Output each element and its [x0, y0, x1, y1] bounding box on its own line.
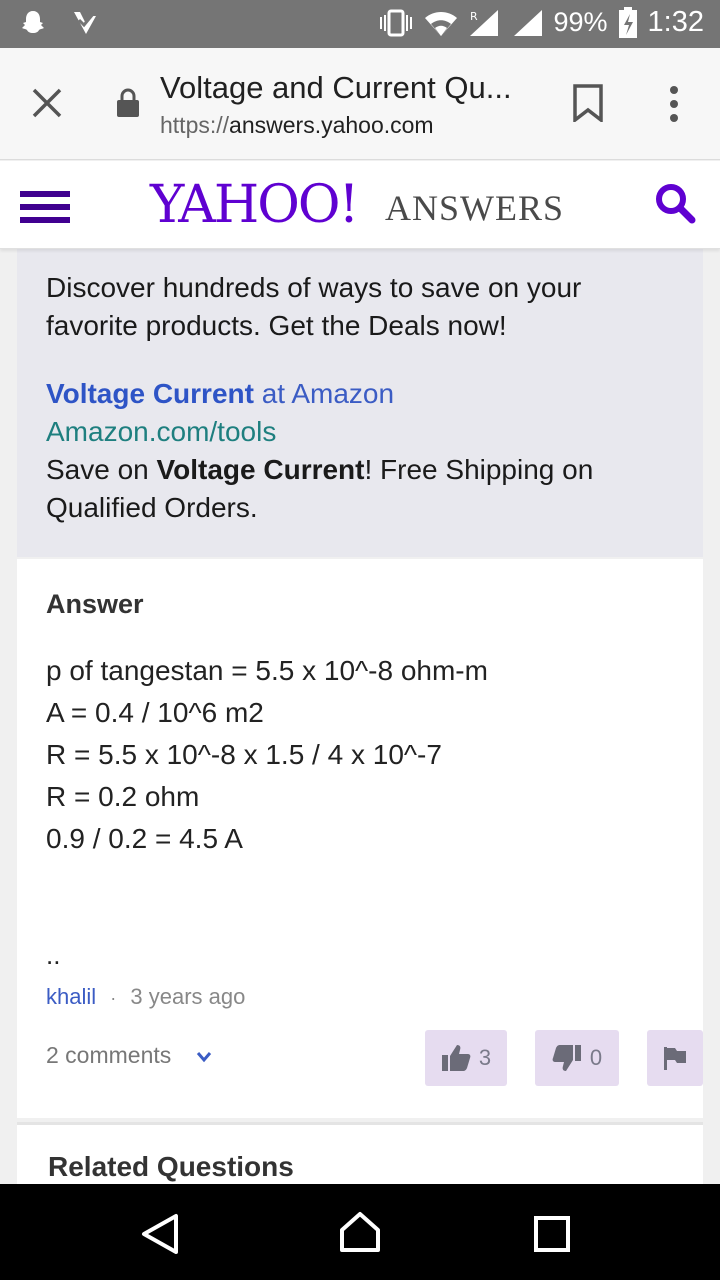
more-options-icon[interactable] [666, 86, 682, 122]
thumbs-down-count: 0 [589, 1045, 603, 1070]
status-bar: R 99% 1:32 [0, 0, 720, 48]
battery-percent: 99% [553, 7, 608, 37]
thumbs-down-icon [552, 1045, 581, 1071]
answer-line: p of tangestan = 5.5 x 10^-8 ohm-m [46, 655, 488, 686]
answer-meta: khalil · 3 years ago [46, 984, 674, 1010]
answer-time: 3 years ago [130, 984, 246, 1009]
yahoo-logo[interactable]: YAHOO! [150, 175, 359, 235]
ad-text: Save on Voltage Current! Free Shipping o… [46, 451, 674, 527]
related-questions-heading: Related Questions [17, 1122, 703, 1184]
answer-line: R = 5.5 x 10^-8 x 1.5 / 4 x 10^-7 [46, 739, 442, 770]
hamburger-menu-icon[interactable] [20, 189, 70, 225]
sponsored-ad[interactable]: Discover hundreds of ways to save on you… [17, 249, 703, 557]
signal-roaming-icon: R [469, 9, 498, 36]
answer-actions: 2 comments 3 0 [46, 1030, 703, 1090]
checkmark-app-icon [74, 12, 96, 34]
vibrate-icon [379, 9, 412, 36]
clock: 1:32 [647, 6, 704, 38]
answer-line: 0.9 / 0.2 = 4.5 A [46, 823, 243, 854]
page-title[interactable]: Voltage and Current Qu... [160, 70, 512, 106]
report-button[interactable] [647, 1030, 703, 1086]
answer-body: p of tangestan = 5.5 x 10^-8 ohm-m A = 0… [46, 650, 674, 860]
author-link[interactable]: khalil [46, 984, 96, 1009]
answer-trailing: .. [46, 940, 61, 970]
ad-text-bold: Voltage Current [156, 454, 365, 485]
signal-icon [513, 9, 542, 36]
ad-headline[interactable]: Voltage Current at Amazon [46, 375, 674, 413]
system-nav-bar [0, 1184, 720, 1280]
close-icon[interactable] [30, 86, 64, 120]
url-scheme: https:// [160, 112, 230, 138]
answer-line: R = 0.2 ohm [46, 781, 200, 812]
ad-description: Discover hundreds of ways to save on you… [46, 272, 582, 341]
svg-text:R: R [470, 10, 478, 23]
lock-icon [117, 88, 139, 117]
battery-charging-icon [618, 6, 637, 38]
ad-headline-bold: Voltage Current [46, 378, 254, 409]
site-header: YAHOO! ANSWERS [0, 161, 720, 249]
answer-label: Answer [46, 589, 144, 619]
meta-separator: · [110, 988, 117, 1008]
url-host: answers.yahoo.com [229, 112, 434, 138]
ad-link[interactable]: Amazon.com/tools [46, 413, 674, 451]
wifi-icon [424, 11, 457, 36]
url-bar[interactable]: https://answers.yahoo.com [160, 112, 434, 139]
thumbs-down-button[interactable]: 0 [535, 1030, 619, 1086]
answers-wordmark: ANSWERS [385, 188, 565, 228]
bookmark-icon[interactable] [572, 84, 604, 122]
flag-icon [664, 1047, 686, 1070]
comments-toggle[interactable]: 2 comments [46, 1042, 212, 1069]
home-icon[interactable] [338, 1210, 382, 1254]
browser-toolbar: Voltage and Current Qu... https://answer… [0, 48, 720, 160]
chevron-down-icon [196, 1052, 211, 1063]
thumbs-up-icon [441, 1045, 471, 1071]
answer-line: A = 0.4 / 10^6 m2 [46, 697, 264, 728]
comments-count: 2 comments [46, 1042, 172, 1068]
ad-truncated-line [46, 259, 674, 269]
ad-text-before: Save on [46, 454, 157, 485]
ad-headline-rest: at Amazon [253, 378, 395, 409]
thumbs-up-button[interactable]: 3 [425, 1030, 507, 1086]
page-content: Discover hundreds of ways to save on you… [17, 249, 703, 1184]
recents-icon[interactable] [532, 1214, 572, 1254]
snapchat-icon [22, 11, 44, 33]
search-icon[interactable] [654, 182, 696, 224]
thumbs-up-count: 3 [478, 1045, 492, 1070]
answer-card: Answer p of tangestan = 5.5 x 10^-8 ohm-… [17, 559, 703, 1118]
back-icon[interactable] [138, 1212, 182, 1256]
